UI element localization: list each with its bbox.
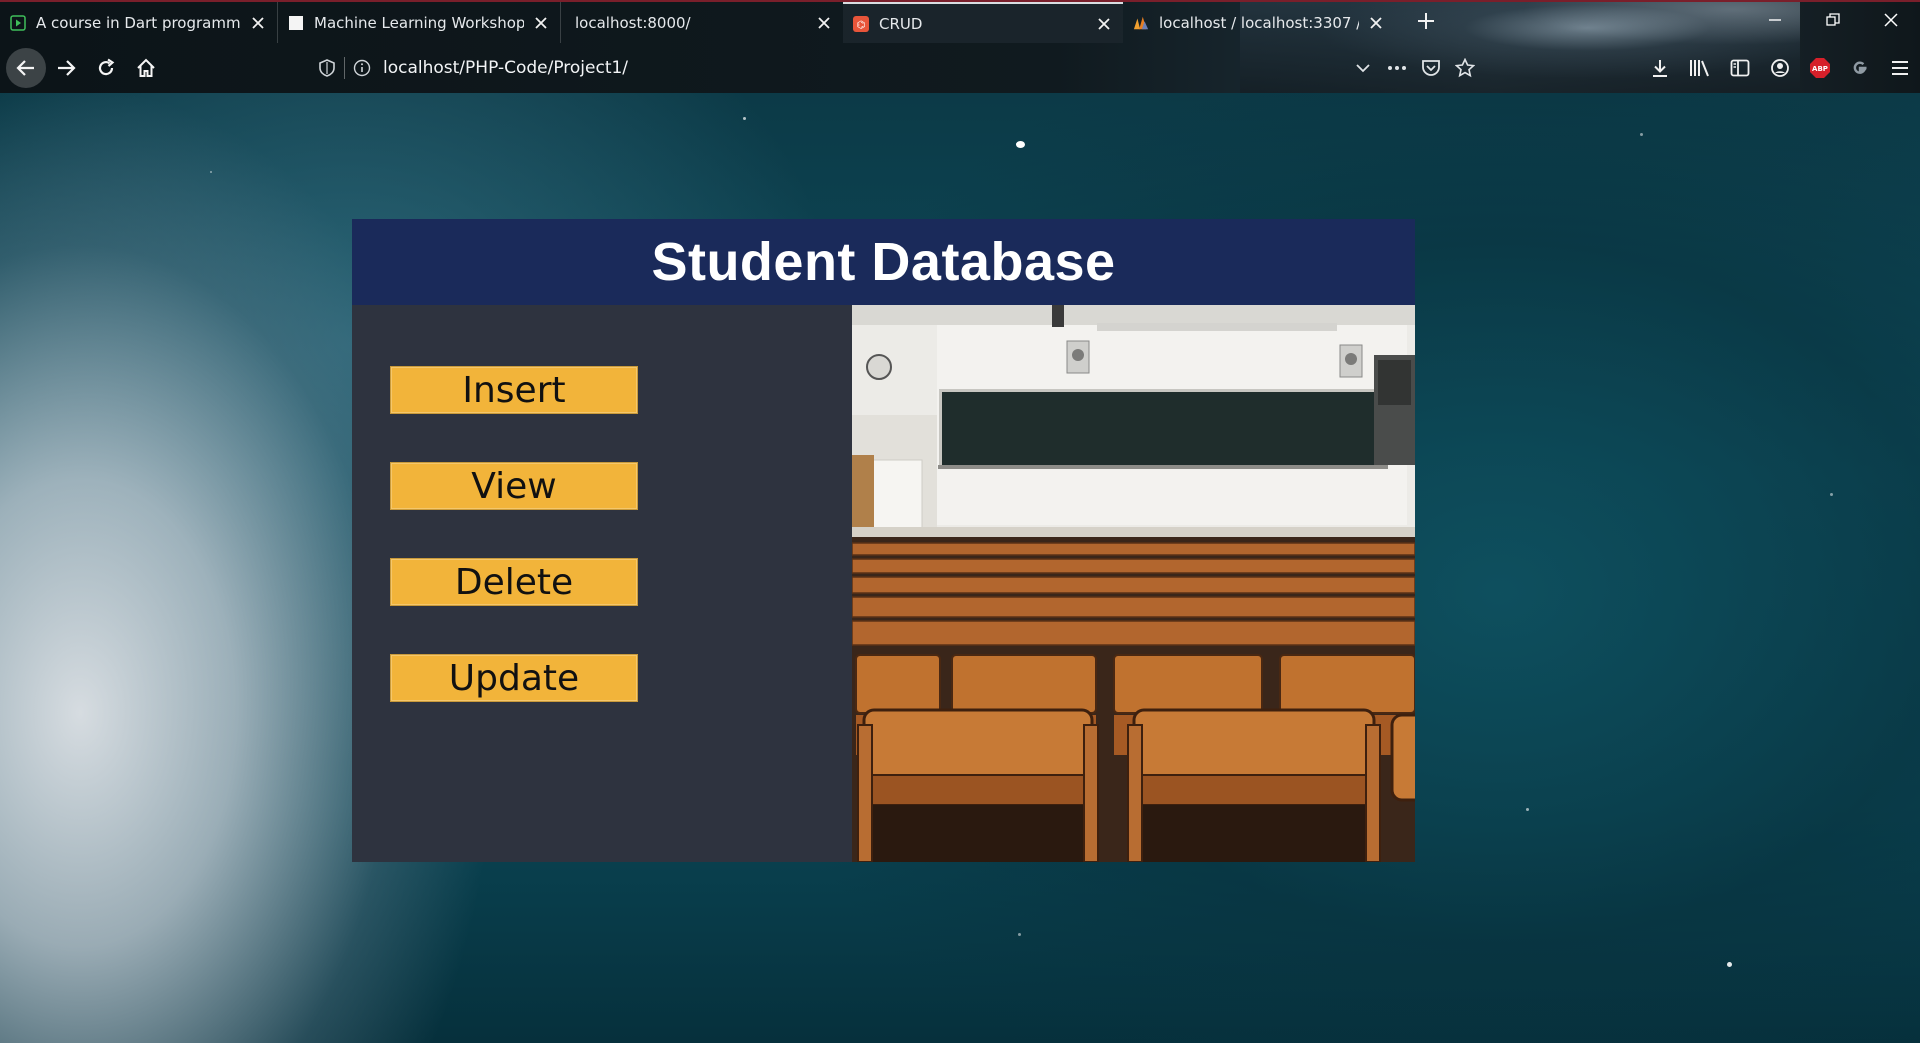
url-actions	[1352, 50, 1476, 86]
restore-button[interactable]	[1804, 0, 1862, 40]
more-actions-icon[interactable]	[1386, 57, 1408, 79]
hamburger-menu-icon	[1892, 61, 1908, 75]
svg-text:ABP: ABP	[1812, 65, 1828, 73]
back-button[interactable]	[6, 48, 46, 88]
view-button[interactable]: View	[390, 462, 638, 510]
tab-title: A course in Dart programming	[36, 13, 241, 32]
minimize-button[interactable]	[1746, 0, 1804, 40]
app-header: Student Database	[352, 219, 1415, 305]
play-icon	[10, 14, 26, 31]
update-button[interactable]: Update	[390, 654, 638, 702]
tab-phpmyadmin[interactable]: localhost / localhost:3307 / cu	[1123, 2, 1395, 43]
sidebar-icon	[1730, 59, 1750, 77]
tab-crud[interactable]: ⌬ CRUD	[843, 2, 1123, 43]
star	[1727, 962, 1732, 967]
page-background: Student Database Insert View Delete Upda…	[0, 93, 1920, 1043]
close-icon[interactable]	[1365, 12, 1387, 34]
download-icon	[1653, 60, 1667, 77]
star	[1526, 808, 1529, 811]
star	[1018, 933, 1021, 936]
close-icon[interactable]	[530, 12, 552, 34]
close-window-button[interactable]	[1862, 0, 1920, 40]
phpmyadmin-icon	[1133, 15, 1149, 31]
action-menu: Insert View Delete Update	[390, 366, 640, 750]
reload-icon	[98, 58, 115, 76]
delete-button[interactable]: Delete	[390, 558, 638, 606]
tab-title: Machine Learning Workshop	[314, 13, 524, 32]
home-icon	[137, 58, 155, 77]
star	[1830, 493, 1833, 496]
star	[1640, 133, 1643, 136]
reload-button[interactable]	[86, 48, 126, 88]
lecture-hall-photo	[852, 305, 1415, 862]
navigation-toolbar: localhost/PHP-Code/Project1/ ABP	[0, 48, 1920, 88]
minimize-icon	[1769, 19, 1781, 21]
student-database-panel: Student Database Insert View Delete Upda…	[352, 219, 1415, 862]
tab-dart-course[interactable]: A course in Dart programming	[0, 2, 277, 43]
google-extension-button[interactable]	[1840, 48, 1880, 88]
star	[743, 117, 746, 120]
star	[1016, 141, 1025, 148]
tab-title: localhost:8000/	[575, 13, 691, 32]
info-icon[interactable]	[351, 57, 373, 79]
tab-ml-workshop[interactable]: Machine Learning Workshop	[278, 2, 560, 43]
close-icon[interactable]	[247, 12, 269, 34]
tab-title: CRUD	[879, 14, 923, 33]
library-icon	[1690, 60, 1709, 77]
close-icon[interactable]	[813, 12, 835, 34]
close-icon	[1884, 13, 1898, 27]
library-button[interactable]	[1680, 48, 1720, 88]
home-button[interactable]	[126, 48, 166, 88]
pocket-icon[interactable]	[1420, 57, 1442, 79]
arrow-left-icon	[16, 60, 34, 76]
bookmark-star-icon[interactable]	[1454, 57, 1476, 79]
account-icon	[1771, 59, 1789, 77]
account-button[interactable]	[1760, 48, 1800, 88]
forward-button[interactable]	[46, 48, 86, 88]
page-title: Student Database	[651, 232, 1116, 292]
html5-icon: ⌬	[853, 15, 869, 32]
tab-title: localhost / localhost:3307 / cu	[1159, 13, 1359, 32]
arrow-right-icon	[58, 60, 76, 76]
url-text[interactable]: localhost/PHP-Code/Project1/	[383, 58, 628, 78]
window-controls	[1746, 0, 1920, 40]
toolbar-right: ABP	[1640, 48, 1920, 88]
adblock-icon: ABP	[1810, 58, 1830, 78]
google-icon	[1853, 61, 1867, 74]
tab-strip: A course in Dart programming Machine Lea…	[0, 2, 1395, 43]
downloads-button[interactable]	[1640, 48, 1680, 88]
lecture-hall-illustration	[852, 305, 1415, 862]
close-icon[interactable]	[1093, 13, 1115, 35]
menu-button[interactable]	[1880, 48, 1920, 88]
new-tab-button[interactable]	[1413, 8, 1439, 34]
star	[210, 171, 212, 173]
adblock-button[interactable]: ABP	[1800, 48, 1840, 88]
insert-button[interactable]: Insert	[390, 366, 638, 414]
browser-chrome: A course in Dart programming Machine Lea…	[0, 0, 1920, 93]
sidebar-button[interactable]	[1720, 48, 1760, 88]
plus-icon	[1418, 13, 1434, 29]
page-icon	[288, 15, 304, 31]
url-divider	[344, 57, 345, 79]
restore-icon	[1826, 13, 1840, 26]
address-bar[interactable]: localhost/PHP-Code/Project1/	[316, 50, 1476, 86]
chevron-down-icon[interactable]	[1352, 57, 1374, 79]
tab-localhost-8000[interactable]: localhost:8000/	[561, 2, 843, 43]
shield-icon[interactable]	[316, 57, 338, 79]
svg-text:⌬: ⌬	[857, 20, 866, 31]
